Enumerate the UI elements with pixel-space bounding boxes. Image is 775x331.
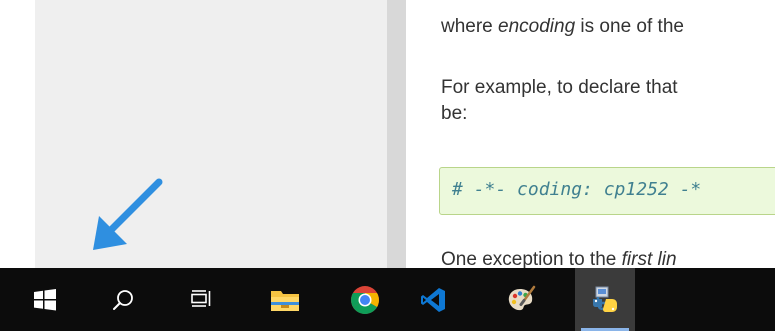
python-idle-button[interactable]	[575, 268, 635, 331]
start-button[interactable]	[17, 268, 73, 331]
taskbar	[0, 268, 775, 331]
search-icon	[113, 289, 133, 310]
python-icon	[593, 286, 617, 312]
paragraph-encoding: where encoding is one of the	[441, 16, 684, 37]
vscode-icon	[421, 287, 445, 312]
chrome-icon	[351, 285, 379, 314]
task-view-icon	[191, 289, 211, 307]
emphasis-first-line: first lin	[621, 249, 677, 268]
code-block: # -*- coding: cp1252 -*	[439, 167, 775, 215]
paragraph-exception: One exception to the first lin	[441, 249, 677, 268]
paint-palette-icon	[508, 285, 536, 310]
paint-button[interactable]	[493, 268, 549, 331]
emphasis-encoding: encoding	[498, 16, 576, 37]
left-pane	[0, 0, 406, 268]
chrome-button[interactable]	[337, 268, 393, 331]
code-line: # -*- coding: cp1252 -*	[452, 179, 702, 200]
folder-icon	[271, 290, 299, 311]
paragraph-example: For example, to declare that	[441, 77, 678, 98]
sidebar-gutter	[387, 0, 406, 268]
task-view-button[interactable]	[173, 268, 229, 331]
vscode-button[interactable]	[405, 268, 461, 331]
document-content: where encoding is one of the For example…	[406, 0, 775, 268]
blue-arrow-icon	[93, 178, 163, 250]
file-explorer-button[interactable]	[257, 268, 313, 331]
windows-logo-icon	[34, 288, 56, 310]
search-button[interactable]	[95, 268, 151, 331]
paragraph-example-continued: be:	[441, 103, 468, 124]
